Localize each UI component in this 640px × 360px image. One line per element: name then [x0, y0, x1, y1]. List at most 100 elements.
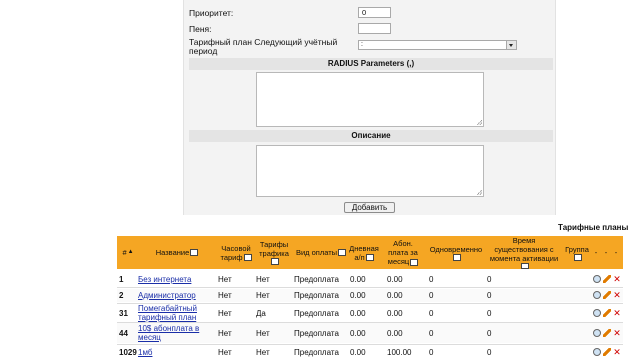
tariff-name-link[interactable]: Без интернета	[138, 273, 191, 286]
delete-icon[interactable]: ✕	[613, 309, 621, 318]
payment-cell: Предоплата	[294, 291, 339, 300]
col-payment-header[interactable]: Вид оплаты	[293, 236, 349, 269]
column-toggle-icon[interactable]	[270, 258, 279, 265]
col-hourly-label-1: Часовой	[221, 243, 251, 253]
hourly-cell: Нет	[218, 275, 232, 284]
col-monthly-label-1: Абон.	[393, 239, 413, 248]
tariff-name-link-line1[interactable]: 10$ абонплата в	[138, 324, 199, 333]
column-toggle-icon[interactable]	[573, 253, 582, 261]
daily-cell: 0.00	[350, 328, 366, 338]
column-toggle-icon[interactable]	[243, 254, 252, 262]
next-tariff-select-value: :	[361, 41, 363, 48]
monthly-cell: 0.00	[387, 291, 403, 300]
view-icon[interactable]	[593, 275, 601, 283]
col-num-label: #	[122, 248, 127, 257]
edit-icon[interactable]	[603, 329, 611, 337]
monthly-cell: 0.00	[387, 328, 403, 338]
row-divider	[117, 344, 623, 345]
payment-cell: Предоплата	[294, 275, 339, 284]
delete-icon[interactable]: ✕	[613, 275, 621, 284]
col-monthly-header[interactable]: Абон. плата за месяц	[379, 236, 427, 269]
col-daily-label-2: а/п	[354, 252, 365, 262]
table-row: 1029 1мб Нет Нет Предоплата 0.00 100.00 …	[117, 346, 623, 359]
tariff-name-link[interactable]: Администратор	[138, 289, 196, 302]
table-caption: Тарифные планы	[558, 223, 629, 232]
col-traffic-label-1: Тарифы	[259, 240, 289, 249]
traffic-cell: Нет	[256, 275, 270, 284]
tariff-name-link[interactable]: 1мб	[138, 346, 152, 359]
edit-icon[interactable]	[603, 275, 611, 283]
tariff-name-link-line2[interactable]: месяц	[138, 333, 161, 342]
edit-icon[interactable]	[603, 291, 611, 299]
simultaneous-cell: 0	[429, 275, 434, 284]
hourly-cell: Нет	[218, 291, 232, 300]
view-icon[interactable]	[593, 348, 601, 356]
col-group-label: Группа	[565, 244, 589, 254]
payment-cell: Предоплата	[294, 348, 339, 357]
resize-grip-icon[interactable]	[477, 190, 482, 195]
col-monthly-label-2: плата за	[388, 248, 418, 257]
delete-icon[interactable]: ✕	[613, 329, 621, 338]
col-lifetime-label-2: существования с	[494, 245, 554, 254]
col-action-header-3: -	[614, 248, 618, 257]
tariff-name-link-line1[interactable]: Помегабайтный	[138, 304, 197, 313]
monthly-cell: 0.00	[387, 275, 403, 284]
column-toggle-icon[interactable]	[365, 254, 374, 262]
table-row: 44 10$ абонплата в месяц Нет Нет Предопл…	[117, 323, 623, 343]
view-icon[interactable]	[593, 309, 601, 317]
edit-icon[interactable]	[603, 348, 611, 356]
hourly-cell: Нет	[218, 328, 232, 338]
column-toggle-icon[interactable]	[520, 263, 529, 269]
monthly-cell: 100.00	[387, 348, 412, 357]
delete-icon[interactable]: ✕	[613, 348, 621, 357]
chevron-down-icon	[506, 41, 516, 49]
monthly-cell: 0.00	[387, 308, 403, 318]
table-row: 2 Администратор Нет Нет Предоплата 0.00 …	[117, 289, 623, 302]
resize-grip-icon[interactable]	[477, 120, 482, 125]
priority-input[interactable]: 0	[358, 7, 391, 18]
row-num: 44	[119, 328, 128, 338]
table-row: 31 Помегабайтный тарифный план Нет Да Пр…	[117, 304, 623, 322]
col-monthly-label-3: месяц	[387, 257, 410, 266]
description-textarea[interactable]	[256, 145, 484, 197]
col-daily-label-1: Дневная	[349, 243, 379, 253]
col-hourly-header[interactable]: Часовой тариф	[217, 236, 255, 269]
add-button[interactable]: Добавить	[344, 202, 395, 213]
column-toggle-icon[interactable]	[410, 258, 419, 266]
radius-textarea[interactable]	[256, 72, 484, 127]
row-num: 1029	[119, 348, 137, 357]
view-icon[interactable]	[593, 329, 601, 337]
view-icon[interactable]	[593, 291, 601, 299]
col-name-header[interactable]: Название	[137, 236, 217, 269]
col-daily-header[interactable]: Дневная а/п	[349, 236, 379, 269]
column-toggle-icon[interactable]	[190, 249, 199, 256]
hourly-cell: Нет	[218, 348, 232, 357]
next-tariff-select[interactable]: :	[358, 40, 517, 50]
row-num: 31	[119, 308, 128, 318]
col-group-header[interactable]: Группа	[563, 236, 591, 269]
payment-cell: Предоплата	[294, 308, 339, 318]
description-section-header: Описание	[189, 130, 553, 142]
column-toggle-icon[interactable]	[452, 253, 461, 261]
table-header: # ▲ Название Часовой тариф Тарифы трафик…	[117, 236, 623, 269]
sort-asc-icon[interactable]: ▲	[128, 248, 134, 257]
table-row: 1 Без интернета Нет Нет Предоплата 0.00 …	[117, 273, 623, 286]
penalty-input[interactable]	[358, 23, 391, 34]
traffic-cell: Да	[256, 308, 266, 318]
column-toggle-icon[interactable]	[338, 249, 347, 256]
penalty-label: Пеня:	[189, 24, 212, 34]
daily-cell: 0.00	[350, 308, 366, 318]
col-hourly-label-2: тариф	[220, 252, 243, 262]
tariff-name-link-line2[interactable]: тарифный план	[138, 313, 196, 322]
traffic-cell: Нет	[256, 328, 270, 338]
edit-icon[interactable]	[603, 309, 611, 317]
lifetime-cell: 0	[487, 308, 492, 318]
delete-icon[interactable]: ✕	[613, 291, 621, 300]
col-num-header[interactable]: # ▲	[119, 236, 137, 269]
col-lifetime-header[interactable]: Время существования с момента активации	[485, 236, 563, 269]
col-traffic-header[interactable]: Тарифы трафика	[255, 236, 293, 269]
lifetime-cell: 0	[487, 275, 492, 284]
col-action-header-1: -	[594, 248, 598, 257]
col-simultaneous-header[interactable]: Одновременно	[427, 236, 485, 269]
row-divider	[117, 287, 623, 288]
